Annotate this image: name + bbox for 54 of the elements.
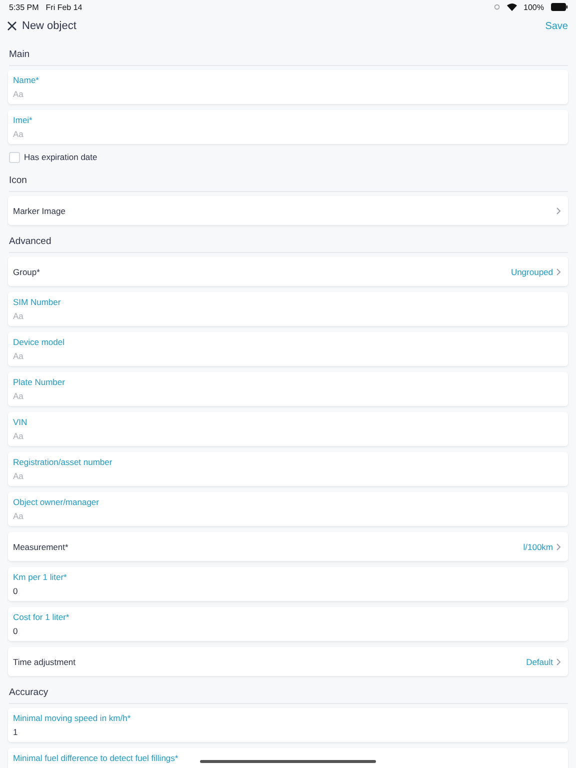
row-value: Ungrouped: [510, 266, 553, 276]
row-label: Measurement*: [13, 542, 68, 552]
chevron-icon: [556, 206, 561, 214]
status-time: 5:35 PM: [9, 2, 39, 12]
section-title: Icon: [9, 175, 27, 186]
section-title: Main: [9, 49, 30, 60]
select-row[interactable]: Time adjustment Default: [8, 647, 568, 676]
text-input[interactable]: 0: [13, 626, 563, 636]
chevron-icon: [556, 268, 561, 276]
battery-icon: [551, 3, 568, 11]
field-label: Name*: [13, 75, 39, 85]
select-row[interactable]: Measurement* l/100km: [8, 532, 568, 561]
text-input[interactable]: Aa: [13, 471, 563, 481]
field-label: SIM Number: [13, 297, 61, 307]
text-input[interactable]: Aa: [13, 511, 563, 521]
text-input[interactable]: 0: [13, 586, 563, 596]
chevron-icon: [556, 658, 561, 666]
field-label: Minimal moving speed in km/h*: [13, 713, 131, 723]
field-label: Km per 1 liter*: [13, 572, 67, 582]
checkbox-label: Has expiration date: [24, 152, 98, 162]
field-label: Registration/asset number: [13, 457, 112, 467]
battery-percent: 100%: [524, 2, 544, 12]
text-input[interactable]: Aa: [13, 129, 563, 139]
select-row[interactable]: Group* Ungrouped: [8, 257, 568, 286]
text-input[interactable]: 1: [13, 727, 563, 737]
select-row[interactable]: Marker Image: [8, 196, 568, 225]
row-value: Default: [526, 656, 553, 666]
text-input[interactable]: Aa: [13, 351, 563, 361]
status-date: Fri Feb 14: [46, 2, 82, 12]
text-input[interactable]: Aa: [13, 391, 563, 401]
text-input[interactable]: Aa: [13, 431, 563, 441]
form-field[interactable]: Km per 1 liter* 0: [8, 567, 568, 601]
text-input[interactable]: Aa: [13, 311, 563, 321]
field-label: VIN: [13, 417, 28, 427]
chevron-icon: [556, 542, 561, 550]
field-label: Imei*: [13, 115, 32, 125]
field-label: Device model: [13, 337, 64, 347]
row-label: Group*: [13, 266, 40, 276]
close-icon[interactable]: [7, 21, 17, 31]
wifi-icon: [506, 3, 517, 11]
form-field[interactable]: Minimal moving speed in km/h* 1: [8, 708, 568, 742]
section-title: Accuracy: [9, 687, 48, 698]
field-label: Plate Number: [13, 377, 65, 387]
section-title: Advanced: [9, 236, 52, 247]
page-title: New object: [22, 20, 76, 32]
row-label: Time adjustment: [13, 656, 76, 666]
field-label: Minimal fuel difference to detect fuel fillings*: [13, 753, 178, 763]
text-input[interactable]: Aa: [13, 89, 563, 99]
row-label: Marker Image: [13, 206, 66, 216]
field-label: Cost for 1 liter*: [13, 612, 70, 622]
row-value: l/100km: [523, 542, 553, 552]
form-field[interactable]: Cost for 1 liter* 0: [8, 607, 568, 641]
field-label: Object owner/manager: [13, 497, 99, 507]
checkbox[interactable]: [9, 152, 20, 162]
